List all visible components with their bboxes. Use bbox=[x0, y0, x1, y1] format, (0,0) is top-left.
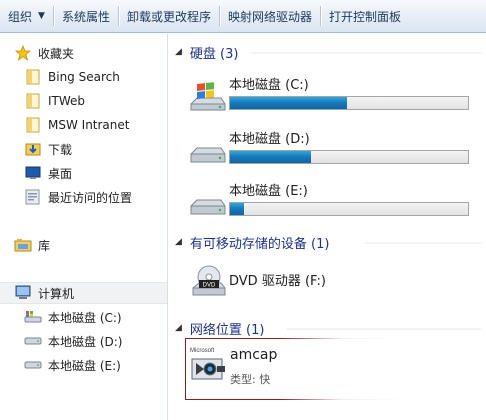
nav-item-itweb[interactable]: ITWeb bbox=[24, 90, 85, 112]
link-folder-icon bbox=[24, 93, 42, 109]
recent-places-icon bbox=[24, 189, 42, 205]
open-control-panel-button[interactable]: 打开控制面板 bbox=[321, 0, 409, 32]
computer-icon bbox=[14, 285, 32, 301]
library-icon bbox=[14, 237, 32, 253]
group-header-label: 硬盘 (3) bbox=[189, 46, 239, 62]
nav-item-label: 本地磁盘 (E:) bbox=[48, 358, 121, 373]
dvd-badge: DVD bbox=[203, 283, 216, 289]
drive-usage-bar bbox=[229, 202, 469, 216]
nav-favorites-label: 收藏夹 bbox=[38, 46, 75, 61]
nav-item-label: Bing Search bbox=[48, 70, 120, 84]
dvd-drive-icon: DVD bbox=[187, 264, 227, 300]
group-divider bbox=[287, 328, 481, 330]
nav-favorites[interactable]: 收藏夹 bbox=[14, 42, 74, 64]
amcap-icon-label: Microsoft bbox=[190, 348, 215, 354]
organize-button[interactable]: 组织 ▼ bbox=[0, 0, 53, 32]
group-divider bbox=[365, 242, 481, 244]
hard-drive-icon bbox=[24, 357, 42, 373]
hard-drive-icon bbox=[187, 136, 227, 172]
navigation-pane: 收藏夹 Bing Search ITWeb MSW Intranet 下载 桌面 bbox=[0, 34, 168, 420]
nav-item-drive-e[interactable]: 本地磁盘 (E:) bbox=[24, 354, 121, 376]
nav-item-msw-intranet[interactable]: MSW Intranet bbox=[24, 114, 129, 136]
amcap-camera-icon: Microsoft bbox=[190, 348, 225, 380]
map-network-drive-label: 映射网络驱动器 bbox=[227, 9, 312, 24]
nav-item-label: MSW Intranet bbox=[48, 118, 130, 132]
windows-drive-icon bbox=[187, 82, 227, 118]
organize-label: 组织 bbox=[8, 9, 33, 24]
group-header-removable[interactable]: ◢ 有可移动存储的设备 (1) bbox=[175, 232, 329, 252]
system-properties-button[interactable]: 系统属性 bbox=[54, 0, 118, 32]
drive-usage-fill bbox=[230, 97, 347, 109]
uninstall-program-label: 卸载或更改程序 bbox=[126, 9, 211, 24]
nav-item-label: 本地磁盘 (C:) bbox=[48, 310, 122, 325]
nav-item-drive-d[interactable]: 本地磁盘 (D:) bbox=[24, 330, 122, 352]
open-control-panel-label: 打开控制面板 bbox=[328, 9, 401, 24]
downloads-folder-icon bbox=[24, 141, 42, 157]
hard-drive-icon bbox=[24, 333, 42, 349]
nav-item-label: ITWeb bbox=[48, 94, 86, 108]
desktop-icon bbox=[24, 165, 42, 181]
drive-usage-bar bbox=[229, 150, 469, 164]
nav-computer[interactable]: 计算机 bbox=[0, 282, 167, 304]
drive-usage-bar bbox=[229, 96, 469, 110]
group-header-label: 有可移动存储的设备 (1) bbox=[189, 236, 330, 252]
link-folder-icon bbox=[24, 69, 42, 85]
collapse-triangle-icon: ◢ bbox=[175, 237, 182, 247]
nav-item-bing-search[interactable]: Bing Search bbox=[24, 66, 120, 88]
nav-item-label: 桌面 bbox=[48, 166, 73, 181]
nav-item-label: 下载 bbox=[48, 142, 73, 157]
windows-drive-icon bbox=[24, 309, 42, 325]
uninstall-program-button[interactable]: 卸载或更改程序 bbox=[119, 0, 219, 32]
nav-computer-label: 计算机 bbox=[38, 286, 75, 301]
nav-item-recent-places[interactable]: 最近访问的位置 bbox=[24, 186, 132, 208]
nav-libraries[interactable]: 库 bbox=[14, 234, 50, 256]
drive-name: 本地磁盘 (D:) bbox=[229, 132, 310, 147]
drive-name: DVD 驱动器 (F:) bbox=[229, 274, 326, 289]
chevron-down-icon: ▼ bbox=[38, 11, 45, 21]
group-divider bbox=[251, 52, 481, 54]
drive-name: 本地磁盘 (E:) bbox=[229, 184, 308, 199]
nav-item-label: 最近访问的位置 bbox=[48, 190, 133, 205]
group-header-hard-disks[interactable]: ◢ 硬盘 (3) bbox=[175, 42, 238, 62]
nav-libraries-label: 库 bbox=[38, 238, 51, 253]
nav-item-desktop[interactable]: 桌面 bbox=[24, 162, 72, 184]
drive-usage-fill bbox=[230, 203, 245, 215]
hard-drive-icon bbox=[187, 188, 227, 224]
content-pane: ◢ 硬盘 (3) 本地磁盘 (C:) 本地磁盘 (D:) 本地磁盘 (E:) ◢… bbox=[169, 34, 486, 420]
drive-name: 本地磁盘 (C:) bbox=[229, 78, 309, 93]
network-location-name: amcap bbox=[230, 347, 278, 363]
command-bar: 组织 ▼ 系统属性 卸载或更改程序 映射网络驱动器 打开控制面板 bbox=[0, 0, 486, 33]
group-header-label: 网络位置 (1) bbox=[189, 322, 265, 338]
nav-item-label: 本地磁盘 (D:) bbox=[48, 334, 123, 349]
blurred-redaction bbox=[279, 338, 486, 400]
star-icon bbox=[14, 45, 32, 61]
nav-item-drive-c[interactable]: 本地磁盘 (C:) bbox=[24, 306, 122, 328]
drive-usage-fill bbox=[230, 151, 311, 163]
map-network-drive-button[interactable]: 映射网络驱动器 bbox=[220, 0, 320, 32]
system-properties-label: 系统属性 bbox=[61, 9, 110, 24]
collapse-triangle-icon: ◢ bbox=[175, 323, 182, 333]
network-location-type: 类型: 快 bbox=[230, 373, 271, 386]
link-folder-icon bbox=[24, 117, 42, 133]
collapse-triangle-icon: ◢ bbox=[175, 47, 182, 57]
group-header-network[interactable]: ◢ 网络位置 (1) bbox=[175, 318, 264, 338]
nav-item-downloads[interactable]: 下载 bbox=[24, 138, 72, 160]
